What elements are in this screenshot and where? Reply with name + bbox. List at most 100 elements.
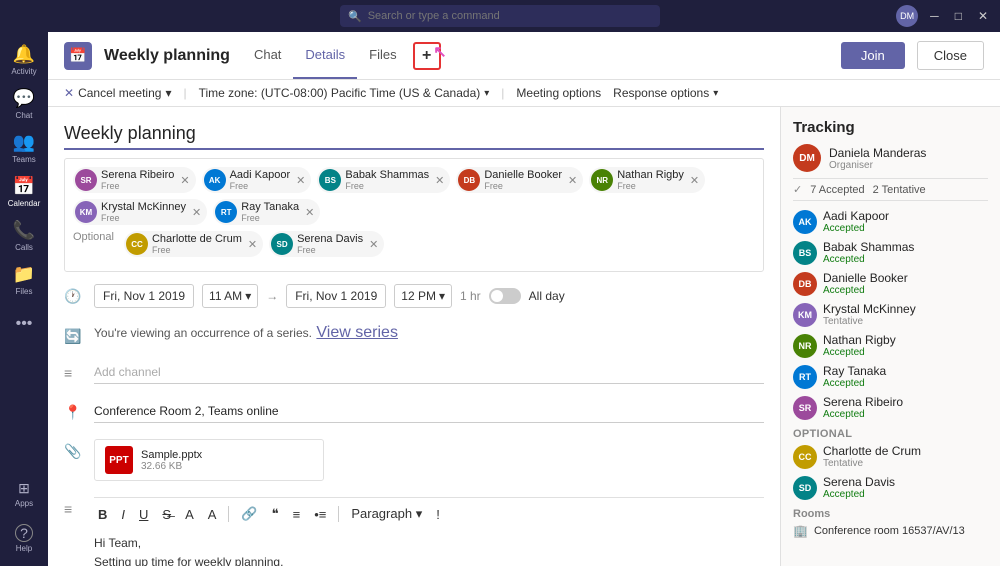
tab-files[interactable]: Files — [357, 32, 408, 79]
remove-attendee-button[interactable]: ✕ — [568, 174, 577, 187]
avatar: CC — [793, 445, 817, 469]
sidebar-item-apps[interactable]: ⊞ Apps — [4, 474, 44, 514]
sidebar-item-teams[interactable]: 👥 Teams — [4, 128, 44, 168]
meeting-title-input[interactable] — [64, 119, 764, 150]
attendee-chip-charlotte: CC Charlotte de Crum Free ✕ — [124, 231, 263, 257]
sidebar-item-chat[interactable]: 💬 Chat — [4, 84, 44, 124]
chat-icon: 💬 — [13, 88, 35, 109]
sidebar-item-calls[interactable]: 📞 Calls — [4, 216, 44, 256]
start-time-picker[interactable]: 11 AM ▾ — [202, 284, 258, 308]
location-input[interactable] — [94, 400, 764, 423]
attachment-size: 32.66 KB — [141, 461, 202, 472]
avatar: SR — [75, 169, 97, 191]
end-date-picker[interactable]: Fri, Nov 1 2019 — [286, 284, 386, 308]
sidebar-item-activity[interactable]: 🔔 Activity — [4, 40, 44, 80]
minimize-button[interactable]: ─ — [926, 9, 943, 23]
remove-attendee-button[interactable]: ✕ — [248, 238, 257, 251]
font-color-button[interactable]: A — [181, 505, 198, 524]
search-input[interactable] — [368, 10, 652, 22]
tab-details[interactable]: Details — [293, 32, 357, 79]
editor-line-1: Hi Team, — [94, 534, 764, 553]
restore-button[interactable]: □ — [951, 9, 966, 23]
sidebar-item-more[interactable]: ••• — [4, 304, 44, 344]
remove-attendee-button[interactable]: ✕ — [180, 174, 189, 187]
channel-icon: ≡ — [64, 365, 84, 381]
attachment-card[interactable]: PPT Sample.pptx 32.66 KB — [94, 439, 324, 481]
time-chevron-icon: ▾ — [439, 289, 445, 303]
editor-content[interactable]: Hi Team, Setting up time for weekly plan… — [94, 530, 764, 566]
attachment-icon: 📎 — [64, 443, 84, 460]
unordered-list-button[interactable]: •≡ — [310, 505, 330, 524]
attendee-chip-krystal-mckinney: KM Krystal McKinney Free ✕ — [73, 199, 207, 225]
tentative-count: 2 Tentative — [873, 184, 926, 196]
user-avatar[interactable]: DM — [896, 5, 918, 27]
quote-button[interactable]: ❝ — [268, 504, 283, 524]
optional-section-label: Optional — [793, 428, 988, 440]
page-title: Weekly planning — [104, 47, 230, 65]
start-date-picker[interactable]: Fri, Nov 1 2019 — [94, 284, 194, 308]
bold-button[interactable]: B — [94, 505, 111, 524]
files-icon: 📁 — [13, 264, 35, 285]
add-tab-button[interactable]: + ↖ — [413, 42, 441, 70]
sidebar-item-files[interactable]: 📁 Files — [4, 260, 44, 300]
pptx-icon: PPT — [105, 446, 133, 474]
editor-divider2 — [338, 506, 339, 522]
tracking-title: Tracking — [793, 119, 988, 136]
organiser-name: Daniela Manderas — [829, 146, 926, 160]
track-person-serena-d: SD Serena Davis Accepted — [793, 475, 988, 500]
avatar: BS — [319, 169, 341, 191]
accepted-count: 7 Accepted — [810, 184, 864, 196]
avatar: DB — [458, 169, 480, 191]
remove-attendee-button[interactable]: ✕ — [435, 174, 444, 187]
italic-button[interactable]: I — [117, 505, 129, 524]
track-person-babak: BS Babak Shammas Accepted — [793, 240, 988, 265]
cursor-icon: ↖ — [433, 42, 446, 62]
underline-button[interactable]: U — [135, 505, 152, 524]
attendees-area: SR Serena Ribeiro Free ✕ AK Aadi Kapoor — [64, 158, 764, 272]
attendee-chip-danielle-booker: DB Danielle Booker Free ✕ — [456, 167, 583, 193]
sidebar-item-label: Calls — [15, 243, 33, 252]
sidebar-item-label: Chat — [16, 111, 33, 120]
strikethrough-button[interactable]: S̶ — [158, 505, 175, 524]
font-size-button[interactable]: A — [204, 505, 221, 524]
remove-attendee-button[interactable]: ✕ — [192, 206, 201, 219]
link-button[interactable]: 🔗 — [237, 504, 261, 524]
allday-toggle[interactable] — [489, 288, 521, 304]
sidebar-item-label: Files — [16, 287, 33, 296]
sidebar-item-label: Help — [16, 544, 32, 553]
view-series-link[interactable]: View series — [316, 324, 398, 341]
teams-icon: 👥 — [13, 132, 35, 153]
required-attendees-row: SR Serena Ribeiro Free ✕ AK Aadi Kapoor — [73, 167, 755, 193]
timezone-selector[interactable]: Time zone: (UTC-08:00) Pacific Time (US … — [199, 86, 490, 100]
search-box[interactable]: 🔍 — [340, 5, 660, 27]
window-close-button[interactable]: ✕ — [974, 9, 992, 23]
paragraph-selector[interactable]: Paragraph ▾ — [347, 504, 426, 524]
calls-icon: 📞 — [13, 220, 35, 241]
tracking-panel: Tracking DM Daniela Manderas Organiser ✓… — [780, 107, 1000, 566]
sidebar-item-help[interactable]: ? Help — [4, 518, 44, 558]
tab-chat[interactable]: Chat — [242, 32, 293, 79]
meeting-options-button[interactable]: Meeting options — [516, 86, 601, 100]
attachment-name: Sample.pptx — [141, 449, 202, 461]
remove-attendee-button[interactable]: ✕ — [296, 174, 305, 187]
recurrence-icon: 🔄 — [64, 328, 84, 345]
organiser-row: DM Daniela Manderas Organiser — [793, 144, 988, 172]
remove-attendee-button[interactable]: ✕ — [690, 174, 699, 187]
join-button[interactable]: Join — [841, 42, 905, 69]
remove-attendee-button[interactable]: ✕ — [305, 206, 314, 219]
app-header: 📅 Weekly planning Chat Details Files + ↖… — [48, 32, 1000, 80]
cancel-meeting-button[interactable]: ✕ Cancel meeting ▾ — [64, 86, 171, 100]
ordered-list-button[interactable]: ≡ — [289, 505, 305, 524]
editor-icon: ≡ — [64, 501, 84, 517]
channel-input[interactable] — [94, 361, 764, 384]
close-meeting-button[interactable]: Close — [917, 41, 984, 70]
series-notice-row: 🔄 You're viewing an occurrence of a seri… — [64, 320, 764, 349]
sidebar-item-calendar[interactable]: 📅 Calendar — [4, 172, 44, 212]
rooms-section-label: Rooms — [793, 508, 988, 520]
remove-attendee-button[interactable]: ✕ — [369, 238, 378, 251]
editor-toolbar: B I U S̶ A A 🔗 ❝ ≡ •≡ — [94, 497, 764, 530]
end-time-picker[interactable]: 12 PM ▾ — [394, 284, 452, 308]
response-options-button[interactable]: Response options ▾ — [613, 86, 718, 100]
exclamation-button[interactable]: ! — [432, 505, 444, 524]
attendee-chip-nathan-rigby: NR Nathan Rigby Free ✕ — [589, 167, 705, 193]
